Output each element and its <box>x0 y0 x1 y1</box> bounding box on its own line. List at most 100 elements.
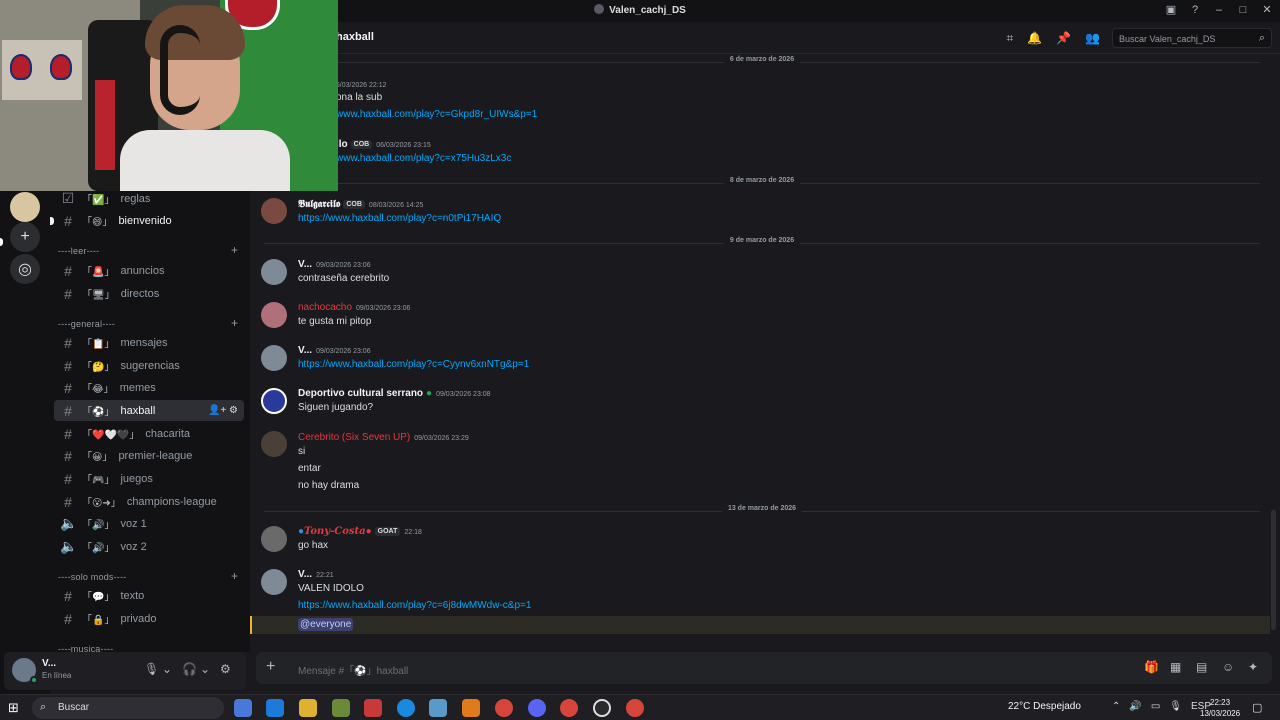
maximize-button[interactable]: □ <box>1236 3 1250 17</box>
gif-icon[interactable]: ▦ <box>1170 660 1181 674</box>
microphone-icon[interactable]: 🎙 <box>144 662 159 676</box>
channel-anuncios[interactable]: # 「🚨」 anuncios <box>54 260 244 281</box>
message-link[interactable]: https://www.haxball.com/play?c=Cyynv6xnN… <box>298 359 529 370</box>
gift-icon[interactable]: 🎁 <box>1144 660 1159 674</box>
weather-widget[interactable]: 22°C Despejado <box>1008 701 1081 712</box>
apps-icon[interactable]: ✦ <box>1248 660 1258 674</box>
channel-premier-league[interactable]: # 「😀」 premier-league <box>54 445 244 466</box>
hash-icon: # <box>64 493 72 510</box>
channel-directos[interactable]: # 「🖥」 directos <box>54 283 244 304</box>
channel-label: bienvenido <box>118 214 172 227</box>
avatar[interactable] <box>261 198 287 224</box>
author-name[interactable]: V... <box>298 259 312 270</box>
attach-plus-icon[interactable]: + <box>266 658 275 676</box>
channel-voz-1[interactable]: 🔈 「🔊」 voz 1 <box>54 513 244 534</box>
notification-icon[interactable]: ▢ <box>1252 701 1262 714</box>
minimize-button[interactable]: – <box>1212 3 1226 17</box>
avatar[interactable] <box>261 431 287 457</box>
edge-icon[interactable] <box>397 699 415 717</box>
pin-icon[interactable]: 📌 <box>1056 31 1071 46</box>
author-name[interactable]: V... <box>298 345 312 356</box>
message-link[interactable]: https://www.haxball.com/play?c=6j8dwMWdw… <box>298 600 531 611</box>
search-input[interactable]: Buscar Valen_cachj_DS ⌕ <box>1112 28 1272 48</box>
avatar[interactable] <box>261 526 287 552</box>
avatar[interactable] <box>261 259 287 285</box>
vlc-icon[interactable] <box>462 699 480 717</box>
message-input[interactable]: Mensaje #「⚽」haxball <box>298 662 408 677</box>
message-link[interactable]: www.haxball.com/play?c=x75Hu3zLx3c <box>336 153 511 164</box>
members-icon[interactable]: 👥 <box>1085 31 1100 46</box>
app-icon[interactable] <box>364 699 382 717</box>
server-icon-current[interactable] <box>10 192 40 222</box>
author-name[interactable]: nachocacho <box>298 302 352 313</box>
avatar[interactable] <box>261 569 287 595</box>
inbox-icon[interactable]: ▣ <box>1164 3 1178 17</box>
bell-icon[interactable]: 🔔 <box>1027 31 1042 46</box>
threads-icon[interactable]: ⌗ <box>1006 31 1013 46</box>
battery-icon[interactable]: ▭ <box>1151 701 1160 712</box>
channel-mensajes[interactable]: # 「📋」 mensajes <box>54 332 244 353</box>
avatar[interactable] <box>261 302 287 328</box>
add-channel-icon[interactable]: + <box>231 316 238 330</box>
category-solo-mods[interactable]: ----solo mods---- <box>58 572 126 582</box>
channel-reglas[interactable]: ☑ 「✅」 reglas <box>54 188 244 209</box>
chevron-down-icon[interactable]: ⌄ <box>200 662 210 676</box>
minecraft-icon[interactable] <box>332 699 350 717</box>
taskbar-search[interactable]: ⌕ Buscar <box>32 697 224 719</box>
channel-juegos[interactable]: # 「🎮」 juegos <box>54 468 244 489</box>
scrollbar[interactable] <box>1271 510 1276 630</box>
channel-chacarita[interactable]: # 「❤️🤍🖤」 chacarita <box>54 423 244 444</box>
sticker-icon[interactable]: ▤ <box>1196 660 1207 674</box>
help-icon[interactable]: ? <box>1188 3 1202 17</box>
channel-voz-2[interactable]: 🔈 「🔊」 voz 2 <box>54 536 244 557</box>
category-general[interactable]: ----general---- <box>58 319 115 329</box>
mail-icon[interactable] <box>266 699 284 717</box>
app-icon[interactable] <box>429 699 447 717</box>
channel-memes[interactable]: # 「😂」 memes <box>54 377 244 398</box>
author-name[interactable]: V... <box>298 569 312 580</box>
channel-emoji: 「❤️🤍🖤」 <box>82 430 140 441</box>
author-name[interactable]: Deportivo cultural serrano <box>298 388 423 399</box>
chrome-icon[interactable] <box>560 699 578 717</box>
discover-icon[interactable]: ◎ <box>10 254 40 284</box>
discord-icon[interactable] <box>528 699 546 717</box>
chevron-up-icon[interactable]: ⌃ <box>1112 701 1120 712</box>
author-name[interactable]: 𝕭𝖚𝖑𝖌𝖆𝖗𝖈𝖎𝖑𝖔 <box>298 199 340 210</box>
obs-icon[interactable] <box>593 699 611 717</box>
avatar[interactable] <box>261 345 287 371</box>
date-label: 6 de marzo de 2026 <box>723 56 801 63</box>
add-channel-icon[interactable]: + <box>231 243 238 257</box>
clock[interactable]: 22:23 13/03/2026 <box>1200 697 1240 719</box>
channel-settings-icon[interactable]: 👤+ ⚙ <box>208 405 238 416</box>
chrome-icon[interactable] <box>626 699 644 717</box>
channel-haxball[interactable]: # 「⚽」 haxball 👤+ ⚙ <box>54 400 244 421</box>
category-leer[interactable]: ----leer---- <box>58 246 99 256</box>
author-name[interactable]: Tony-Costa <box>304 526 366 537</box>
message-composer[interactable]: + Mensaje #「⚽」haxball 🎁 ▦ ▤ ☺ ✦ <box>256 652 1272 684</box>
volume-icon[interactable]: 🔊 <box>1129 701 1141 712</box>
microphone-icon[interactable]: 🎙 <box>1169 701 1182 712</box>
avatar[interactable] <box>261 388 287 414</box>
mention-everyone[interactable]: @everyone <box>298 618 354 631</box>
chevron-down-icon[interactable]: ⌄ <box>162 662 172 676</box>
close-button[interactable]: ✕ <box>1260 3 1274 17</box>
add-channel-icon[interactable]: + <box>231 569 238 583</box>
channel-sugerencias[interactable]: # 「🤔」 sugerencias <box>54 355 244 376</box>
message-link[interactable]: https://www.haxball.com/play?c=n0tPi17HA… <box>298 213 501 224</box>
channel-bienvenido[interactable]: # 「😄」 bienvenido <box>54 210 244 231</box>
author-name[interactable]: Cerebrito (Six Seven UP) <box>298 432 410 443</box>
category-musica[interactable]: ----musica---- <box>58 644 113 652</box>
channel-champions-league[interactable]: # 「😮➜」 champions-league <box>54 491 244 512</box>
headphones-icon[interactable]: 🎧 <box>182 662 197 676</box>
message-link[interactable]: www.haxball.com/play?c=Gkpd8r_UIWs&p=1 <box>336 109 537 120</box>
add-server-icon[interactable]: + <box>10 222 40 252</box>
gear-icon[interactable]: ⚙ <box>220 662 231 676</box>
windows-start-icon[interactable]: ⊞ <box>8 700 19 716</box>
file-explorer-icon[interactable] <box>299 699 317 717</box>
emoji-icon[interactable]: ☺ <box>1222 660 1234 674</box>
chrome-icon[interactable] <box>495 699 513 717</box>
user-name[interactable]: V... <box>42 658 56 669</box>
channel-privado[interactable]: # 「🔒」 privado <box>54 608 244 629</box>
copilot-icon[interactable] <box>234 699 252 717</box>
channel-texto[interactable]: # 「💬」 texto <box>54 585 244 606</box>
